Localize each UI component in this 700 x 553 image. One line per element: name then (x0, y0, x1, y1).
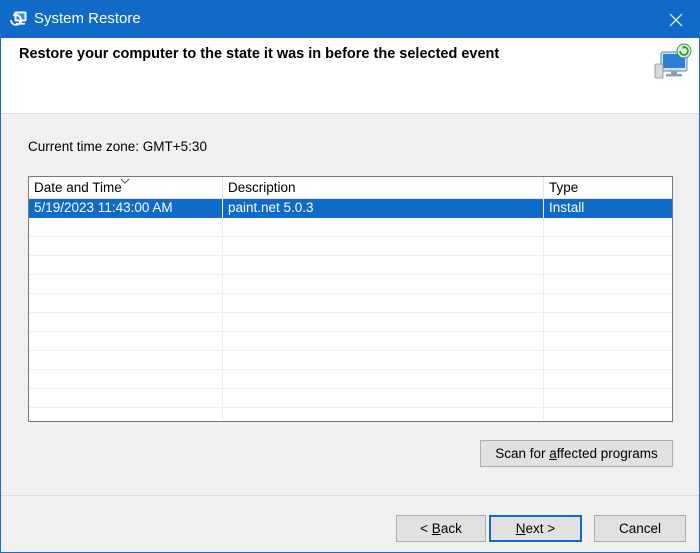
system-restore-window: System Restore Restore your computer to … (0, 0, 700, 553)
timezone-label: Current time zone: GMT+5:30 (28, 139, 207, 154)
page-heading: Restore your computer to the state it wa… (19, 46, 500, 62)
column-header-label: Date and Time (34, 180, 122, 195)
empty-row (29, 294, 672, 313)
empty-row (29, 351, 672, 370)
empty-row (29, 408, 672, 421)
window-title: System Restore (34, 10, 141, 27)
column-divider (543, 199, 544, 421)
wizard-header: Restore your computer to the state it wa… (1, 38, 699, 114)
restore-point-date-time: 5/19/2023 11:43:00 AM (34, 200, 173, 215)
button-label: Next > (515, 521, 556, 536)
back-button[interactable]: < Back (396, 515, 486, 542)
button-label: < Back (420, 521, 462, 536)
empty-row (29, 313, 672, 332)
close-icon (669, 13, 683, 26)
column-header-type[interactable]: Type (544, 177, 672, 198)
column-header-date-time[interactable]: Date and Time (29, 177, 223, 198)
list-header: Date and Time Description Type (29, 177, 672, 199)
empty-row (29, 218, 672, 237)
empty-row (29, 332, 672, 351)
empty-row (29, 389, 672, 408)
column-header-label: Type (549, 180, 579, 195)
restore-points-list[interactable]: Date and Time Description Type 5/19/2023… (28, 176, 673, 422)
system-restore-icon (10, 11, 27, 26)
empty-row (29, 370, 672, 389)
restore-point-description: paint.net 5.0.3 (228, 200, 314, 215)
sort-descending-icon (120, 178, 130, 184)
restore-point-type: Install (549, 200, 585, 215)
button-label: Cancel (618, 521, 662, 536)
title-bar[interactable]: System Restore (1, 1, 699, 38)
empty-row (29, 256, 672, 275)
empty-row (29, 237, 672, 256)
system-restore-wizard-icon (654, 43, 692, 79)
footer-divider (1, 495, 699, 496)
button-label: Scan for affected programs (495, 446, 658, 461)
restore-point-row[interactable]: 5/19/2023 11:43:00 AM paint.net 5.0.3 In… (29, 199, 672, 218)
close-button[interactable] (653, 1, 699, 38)
cancel-button[interactable]: Cancel (594, 515, 686, 542)
column-header-description[interactable]: Description (223, 177, 544, 198)
next-button[interactable]: Next > (489, 515, 582, 542)
scan-affected-programs-button[interactable]: Scan for affected programs (480, 440, 673, 467)
empty-row (29, 275, 672, 294)
column-header-label: Description (228, 180, 296, 195)
column-divider (222, 199, 223, 421)
